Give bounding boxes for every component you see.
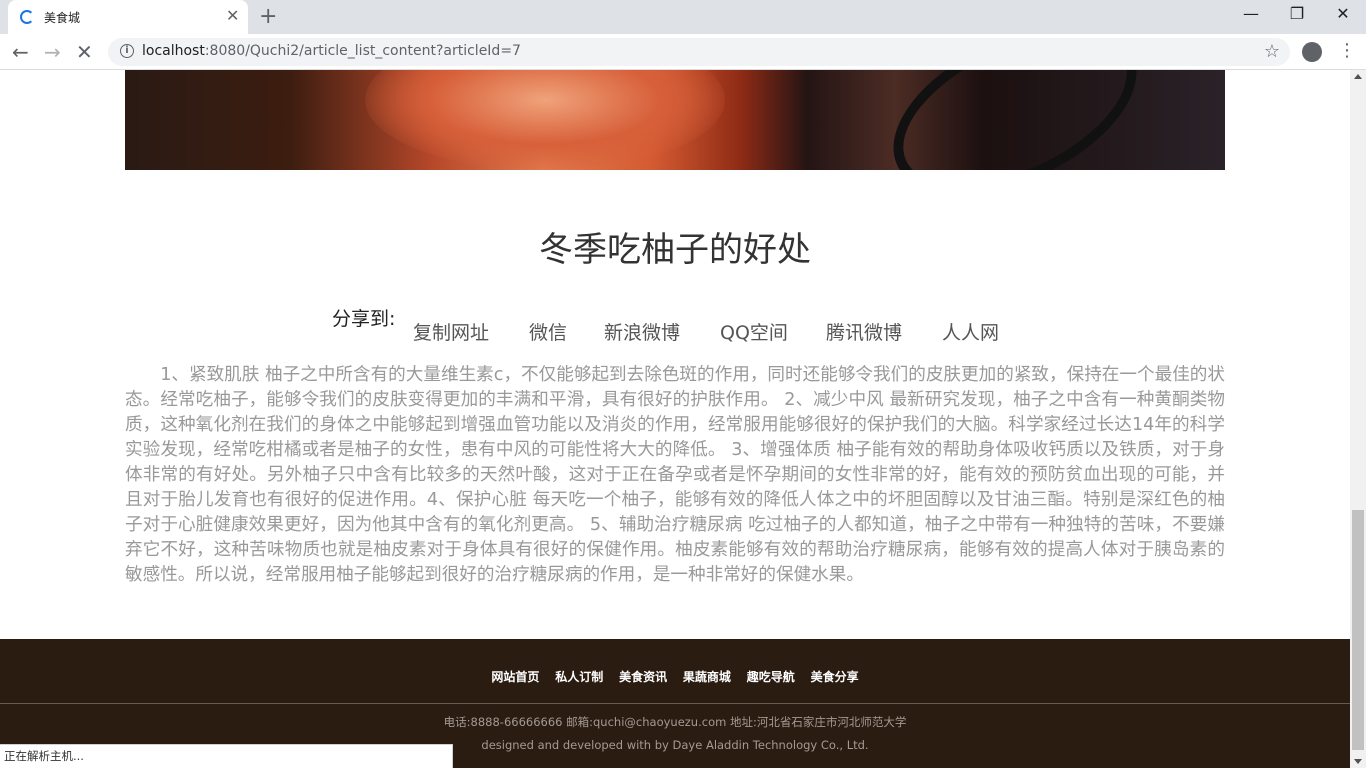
- footer-nav: 网站首页 私人订制 美食资讯 果蔬商城 趣吃导航 美食分享: [0, 668, 1350, 685]
- article-hero-image: [125, 70, 1225, 170]
- new-tab-icon[interactable]: +: [259, 4, 277, 29]
- url-text[interactable]: localhost:8080/Quchi2/article_list_conte…: [142, 43, 521, 59]
- food-photo-plate: [867, 70, 1163, 170]
- share-renren-link[interactable]: 人人网: [942, 318, 999, 345]
- bookmark-star-icon[interactable]: ☆: [1264, 41, 1280, 62]
- share-weibo-link[interactable]: 新浪微博: [604, 318, 680, 345]
- footer-contact: 电话:8888-66666666 邮箱:quchi@chaoyuezu.com …: [443, 715, 907, 729]
- share-label: 分享到:: [332, 308, 396, 330]
- browser-tab[interactable]: 美食城 ✕: [8, 0, 248, 34]
- info-icon[interactable]: i: [120, 44, 134, 58]
- share-tencent-weibo-link[interactable]: 腾讯微博: [826, 318, 902, 345]
- back-icon[interactable]: ←: [12, 40, 29, 64]
- account-icon[interactable]: [1302, 42, 1322, 62]
- footer-divider: [0, 703, 1350, 704]
- footer-link-news[interactable]: 美食资讯: [619, 670, 667, 684]
- footer-link-guide[interactable]: 趣吃导航: [747, 670, 795, 684]
- page-scrollbar[interactable]: [1350, 70, 1366, 768]
- stop-icon[interactable]: ✕: [76, 40, 93, 64]
- status-bubble: 正在解析主机...: [0, 744, 453, 768]
- minimize-icon[interactable]: —: [1228, 4, 1274, 23]
- url-host: localhost: [142, 43, 205, 59]
- forward-icon[interactable]: →: [44, 40, 61, 64]
- loading-spinner-icon: [20, 10, 34, 24]
- share-copy-url-link[interactable]: 复制网址: [413, 318, 489, 345]
- footer-link-share[interactable]: 美食分享: [811, 670, 859, 684]
- scroll-down-icon[interactable]: [1354, 759, 1362, 764]
- address-bar[interactable]: i localhost:8080/Quchi2/article_list_con…: [108, 38, 1290, 66]
- scroll-thumb[interactable]: [1352, 510, 1364, 750]
- footer-link-custom[interactable]: 私人订制: [555, 670, 603, 684]
- restore-icon[interactable]: ❐: [1274, 4, 1320, 23]
- footer-link-market[interactable]: 果蔬商城: [683, 670, 731, 684]
- food-photo-shrimp: [365, 70, 725, 170]
- more-menu-icon[interactable]: ⋮: [1338, 40, 1356, 61]
- browser-toolbar: ← → ✕ i localhost:8080/Quchi2/article_li…: [0, 34, 1366, 70]
- close-tab-icon[interactable]: ✕: [226, 6, 239, 25]
- tab-strip: 美食城 ✕ + — ❐ ✕: [0, 0, 1366, 34]
- share-wechat-link[interactable]: 微信: [529, 318, 567, 345]
- page-viewport: 冬季吃柚子的好处 分享到: 复制网址 微信 新浪微博 QQ空间 腾讯微博 人人网…: [0, 70, 1350, 768]
- share-qzone-link[interactable]: QQ空间: [720, 318, 788, 345]
- close-window-icon[interactable]: ✕: [1320, 4, 1366, 23]
- footer-link-home[interactable]: 网站首页: [491, 670, 539, 684]
- scroll-up-icon[interactable]: [1354, 74, 1362, 79]
- url-path: :8080/Quchi2/article_list_content?articl…: [204, 43, 521, 59]
- article-body: 1、紧致肌肤 柚子之中所含有的大量维生素c，不仅能够起到去除色斑的作用，同时还能…: [125, 365, 1225, 585]
- tab-title: 美食城: [44, 11, 81, 25]
- article-title: 冬季吃柚子的好处: [539, 230, 811, 270]
